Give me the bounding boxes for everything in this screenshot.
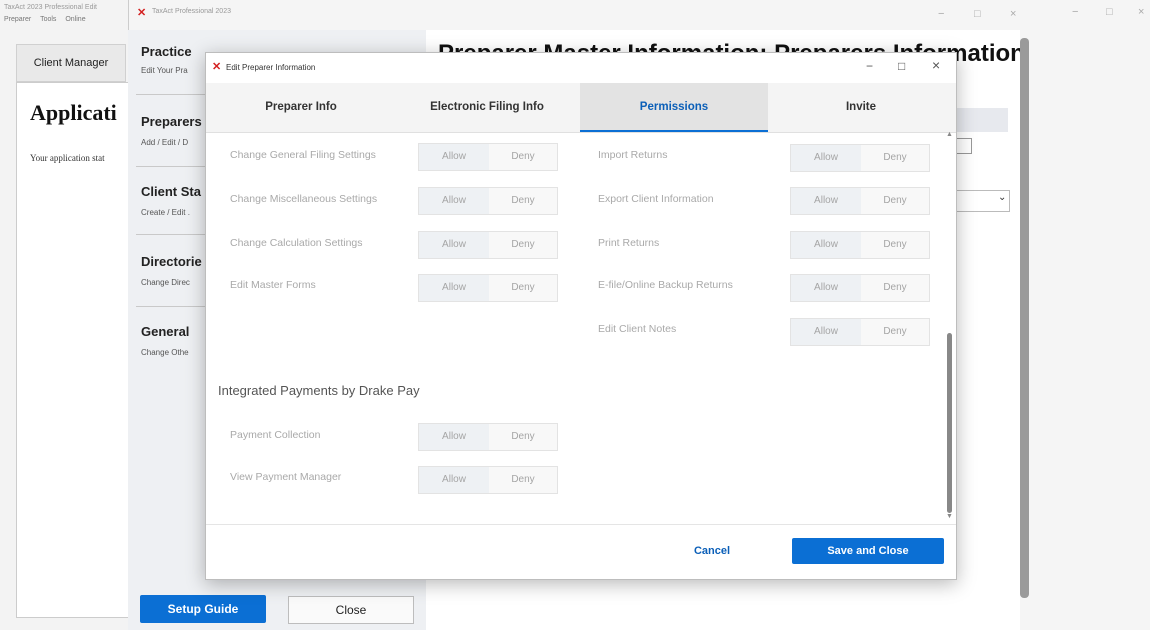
sidebar-sub-directories: Change Direc	[141, 278, 190, 287]
allow-deny-toggle: Allow Deny	[418, 466, 558, 494]
allow-deny-toggle: Allow Deny	[418, 423, 558, 451]
deny-button[interactable]: Deny	[489, 275, 557, 301]
payments-group-heading: Integrated Payments by Drake Pay	[218, 383, 420, 398]
deny-button[interactable]: Deny	[861, 188, 929, 214]
perm-label-payment-collection: Payment Collection	[230, 429, 321, 441]
perm-label-efile-backup: E-file/Online Backup Returns	[598, 279, 733, 291]
sidebar-divider	[136, 234, 206, 235]
allow-deny-toggle: Allow Deny	[418, 274, 558, 302]
setup-minimize-icon[interactable]: −	[938, 8, 944, 20]
allow-deny-toggle: Allow Deny	[790, 144, 930, 172]
tab-client-manager[interactable]: Client Manager	[16, 44, 126, 82]
perm-label-calculation-settings: Change Calculation Settings	[230, 237, 363, 249]
background-page-title: Applicati	[30, 100, 117, 125]
dialog-scrollbar-thumb[interactable]	[947, 333, 952, 513]
edit-preparer-dialog: ✕ Edit Preparer Information − □ × Prepar…	[205, 52, 957, 580]
dialog-minimize-icon[interactable]: −	[866, 59, 873, 73]
sidebar-sub-preparers: Add / Edit / D	[141, 138, 189, 147]
deny-button[interactable]: Deny	[489, 188, 557, 214]
background-page-status: Your application stat	[30, 153, 105, 163]
perm-label-import-returns: Import Returns	[598, 149, 668, 161]
perm-label-export-client-info: Export Client Information	[598, 193, 714, 205]
sidebar-heading-client-status[interactable]: Client Sta	[141, 184, 201, 199]
perm-label-misc-settings: Change Miscellaneous Settings	[230, 193, 378, 205]
sidebar-heading-preparers[interactable]: Preparers	[141, 114, 202, 129]
deny-button[interactable]: Deny	[861, 232, 929, 258]
allow-deny-toggle: Allow Deny	[790, 187, 930, 215]
setup-window-title: TaxAct Professional 2023	[152, 8, 231, 15]
outer-close-icon[interactable]: ×	[1138, 6, 1144, 18]
sidebar-sub-general: Change Othe	[141, 348, 189, 357]
sidebar-heading-practice[interactable]: Practice	[141, 44, 192, 59]
setup-scrollbar[interactable]	[1020, 38, 1029, 598]
footer-divider	[206, 524, 956, 525]
scroll-up-icon[interactable]: ▲	[946, 131, 953, 138]
deny-button[interactable]: Deny	[861, 275, 929, 301]
setup-guide-button[interactable]: Setup Guide	[140, 595, 266, 623]
app-logo-icon: ✕	[212, 61, 222, 73]
allow-deny-toggle: Allow Deny	[418, 143, 558, 171]
outer-minimize-icon[interactable]: −	[1072, 6, 1078, 18]
perm-label-master-forms: Edit Master Forms	[230, 279, 316, 291]
cancel-button[interactable]: Cancel	[676, 538, 748, 564]
allow-button[interactable]: Allow	[791, 275, 861, 301]
setup-close-icon[interactable]: ×	[1010, 8, 1016, 20]
menu-item-tools[interactable]: Tools	[40, 16, 56, 23]
allow-button[interactable]: Allow	[791, 232, 861, 258]
tab-preparer-info[interactable]: Preparer Info	[208, 83, 394, 132]
deny-button[interactable]: Deny	[861, 145, 929, 171]
chevron-down-icon[interactable]: ⌄	[998, 192, 1006, 203]
save-and-close-button[interactable]: Save and Close	[792, 538, 944, 564]
setup-maximize-icon[interactable]: □	[974, 8, 981, 20]
perm-label-client-notes: Edit Client Notes	[598, 323, 677, 335]
sidebar-sub-practice: Edit Your Pra	[141, 66, 188, 75]
app-logo-icon: ✕	[137, 7, 147, 19]
dialog-close-icon[interactable]: ×	[932, 57, 940, 73]
sidebar-divider	[136, 166, 206, 167]
sidebar-heading-general[interactable]: General	[141, 324, 189, 339]
allow-button[interactable]: Allow	[791, 188, 861, 214]
obscured-table-header	[956, 108, 1008, 132]
allow-deny-toggle: Allow Deny	[790, 318, 930, 346]
dialog-title: Edit Preparer Information	[226, 63, 316, 72]
background-menu-bar: Preparer Tools Online	[4, 16, 93, 23]
sidebar-heading-directories[interactable]: Directorie	[141, 254, 202, 269]
deny-button[interactable]: Deny	[489, 424, 557, 450]
allow-button[interactable]: Allow	[419, 424, 489, 450]
allow-button[interactable]: Allow	[419, 275, 489, 301]
allow-deny-toggle: Allow Deny	[418, 231, 558, 259]
menu-item-preparer[interactable]: Preparer	[4, 16, 31, 23]
sidebar-divider	[136, 94, 206, 95]
sidebar-divider	[136, 306, 206, 307]
perm-label-print-returns: Print Returns	[598, 237, 660, 249]
allow-deny-toggle: Allow Deny	[790, 231, 930, 259]
tab-permissions[interactable]: Permissions	[580, 83, 768, 132]
outer-maximize-icon[interactable]: □	[1106, 6, 1113, 18]
allow-deny-toggle: Allow Deny	[418, 187, 558, 215]
deny-button[interactable]: Deny	[489, 144, 557, 170]
allow-button[interactable]: Allow	[791, 145, 861, 171]
allow-button[interactable]: Allow	[419, 467, 489, 493]
menu-item-online[interactable]: Online	[65, 16, 85, 23]
deny-button[interactable]: Deny	[489, 467, 557, 493]
scroll-down-icon[interactable]: ▼	[946, 513, 953, 520]
background-app-title: TaxAct 2023 Professional Edit	[4, 4, 97, 11]
dialog-titlebar	[206, 53, 956, 83]
dialog-maximize-icon[interactable]: □	[898, 59, 905, 73]
sidebar-sub-client-status: Create / Edit .	[141, 208, 190, 217]
allow-button[interactable]: Allow	[791, 319, 861, 345]
allow-deny-toggle: Allow Deny	[790, 274, 930, 302]
setup-close-button[interactable]: Close	[288, 596, 414, 624]
perm-label-general-filing: Change General Filing Settings	[230, 149, 376, 161]
tab-invite[interactable]: Invite	[768, 83, 954, 132]
perm-label-view-payment-manager: View Payment Manager	[230, 471, 342, 483]
allow-button[interactable]: Allow	[419, 144, 489, 170]
deny-button[interactable]: Deny	[489, 232, 557, 258]
deny-button[interactable]: Deny	[861, 319, 929, 345]
allow-button[interactable]: Allow	[419, 188, 489, 214]
allow-button[interactable]: Allow	[419, 232, 489, 258]
tab-electronic-filing-info[interactable]: Electronic Filing Info	[394, 83, 580, 132]
